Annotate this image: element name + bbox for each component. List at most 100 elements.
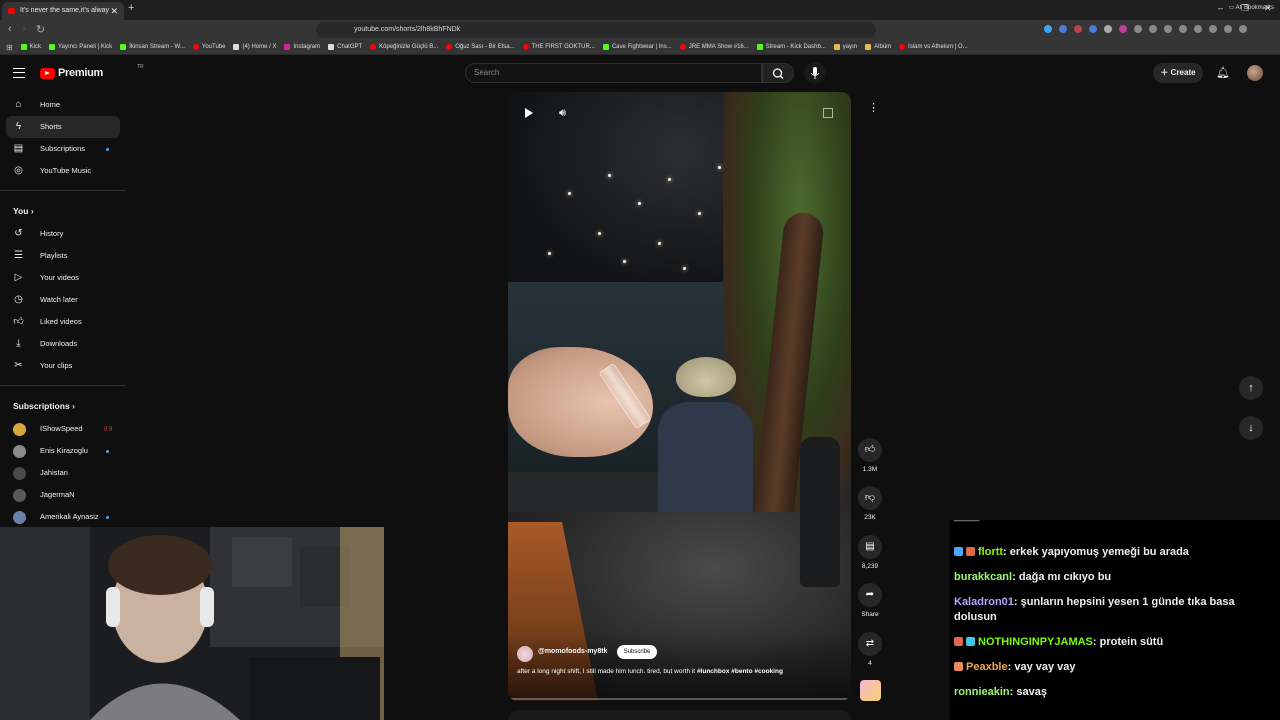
bookmark-item[interactable]: Cave Fightwear | Ins... (602, 44, 672, 50)
extension-icon[interactable] (1134, 25, 1142, 33)
bookmark-item[interactable]: Kick (20, 44, 41, 50)
remix-icon: ⇄ (858, 632, 882, 656)
music-toolbar-icon[interactable] (1194, 25, 1202, 33)
menu-toolbar-icon[interactable] (1239, 25, 1247, 33)
channel-name[interactable]: @momofoods-my8tk (538, 648, 607, 655)
extension-icon[interactable] (1074, 25, 1082, 33)
ceiling-light (623, 260, 626, 263)
dislike-button[interactable]: 👎︎ 23K (858, 486, 882, 521)
bookmark-label: Stream - Kick Dashb... (765, 44, 826, 50)
share-button[interactable]: ➦ Share (858, 583, 882, 618)
bookmark-item[interactable]: İslam vs Atheism | O... (899, 44, 968, 50)
extension-icon[interactable] (1044, 25, 1052, 33)
short-video-player[interactable]: 🔊︎ @momofoods-my8tk Subscribe after a lo… (508, 92, 851, 701)
profile-toolbar-icon[interactable] (1224, 25, 1232, 33)
extension-icon[interactable] (1104, 25, 1112, 33)
search-button[interactable] (762, 63, 794, 83)
sidebar-item-watch-later[interactable]: ◷ Watch later (0, 289, 128, 311)
sidebar-section-you[interactable]: You › (0, 199, 128, 223)
subscription-jagerman[interactable]: JagermaN (0, 484, 128, 506)
chat-username: burakkcanl (954, 571, 1013, 583)
bookmark-item[interactable]: Stream - Kick Dashb... (756, 44, 826, 50)
bookmark-item[interactable]: ChatGPT (328, 44, 362, 50)
create-button[interactable]: ＋ Create (1153, 63, 1203, 83)
bookmark-item[interactable]: Yayıncı Paneli | Kick (49, 44, 112, 50)
account-avatar[interactable] (1247, 65, 1263, 81)
chat-badge-icon (954, 547, 963, 556)
video-progress-bar[interactable] (508, 698, 851, 700)
volume-icon[interactable]: 🔊︎ (559, 107, 566, 120)
sidebar-item-your-videos[interactable]: ▷ Your videos (0, 267, 128, 289)
sidebar-item-history[interactable]: ↺ History (0, 223, 128, 245)
sidebar-item-subscriptions[interactable]: ▤ Subscriptions (0, 138, 128, 160)
browser-tab[interactable]: It's never the same,it's alway ✕ (2, 2, 124, 20)
previous-short-button[interactable]: ↑ (1239, 376, 1263, 400)
close-tab-icon[interactable]: ✕ (110, 2, 118, 20)
bookmarks-bar: ⊞ Kick Yayıncı Paneli | Kick İkinsan Strea… (0, 40, 1280, 55)
sidebar-item-playlists[interactable]: ☰ Playlists (0, 245, 128, 267)
extension-icon[interactable] (1089, 25, 1097, 33)
sidebar-item-downloads[interactable]: ⤓ Downloads (0, 333, 128, 355)
channel-avatar (13, 423, 26, 436)
comments-button[interactable]: ▤ 8,239 (858, 535, 882, 570)
bookmark-item[interactable]: yayın (833, 44, 858, 50)
sidebar-item-label: Playlists (40, 251, 68, 260)
tab-title: It's never the same,it's alway (20, 7, 110, 14)
bookmark-item[interactable]: Albüm (865, 44, 891, 50)
forward-icon[interactable]: › (22, 23, 26, 35)
bookmark-item[interactable]: YouTube (192, 44, 225, 50)
more-options-icon[interactable]: ⋮ (868, 103, 879, 114)
subscription-ishowspeed[interactable]: IShowSpeed ((·)) (0, 418, 128, 440)
bookmark-item[interactable]: THE FIRST GOKTUR... (522, 44, 595, 50)
menu-icon[interactable] (13, 68, 25, 78)
sidebar-item-youtube-music[interactable]: ◎ YouTube Music (0, 160, 128, 182)
sidebar-section-subscriptions[interactable]: Subscriptions › (0, 394, 128, 418)
chat-text: vay vay vay (1014, 661, 1076, 673)
subscription-jahistan[interactable]: Jahistan (0, 462, 128, 484)
ceiling-light (608, 174, 611, 177)
new-tab-icon[interactable]: + (128, 2, 134, 14)
subscription-amerikali-aynasiz[interactable]: Amerikali Aynasiz (0, 506, 128, 528)
sidebar-item-liked-videos[interactable]: 👍︎ Liked videos (0, 311, 128, 333)
bookmark-item[interactable]: JRE MMA Show #16... (679, 44, 749, 50)
like-button[interactable]: 👍︎ 1.3M (858, 438, 882, 473)
voice-search-button[interactable] (804, 62, 826, 84)
hashtag[interactable]: #cooking (754, 668, 783, 675)
bookmark-item[interactable]: Köpeğinizle Güçlü B... (370, 44, 438, 50)
hashtag[interactable]: #bento (731, 668, 752, 675)
fullscreen-icon[interactable] (823, 108, 833, 118)
address-bar[interactable]: youtube.com/shorts/2lh8kBhFNDk (316, 22, 876, 38)
play-icon[interactable] (525, 108, 533, 118)
reload-icon[interactable]: ↻ (36, 23, 45, 36)
subscription-enis-kirazoglu[interactable]: Enis Kirazoglu (0, 440, 128, 462)
extension-icon[interactable] (1119, 25, 1127, 33)
hashtag[interactable]: #lunchbox (697, 668, 730, 675)
bookmark-item[interactable]: Oğuz Sası - Bir Efsa... (446, 44, 515, 50)
apps-icon[interactable]: ⊞ (6, 43, 13, 52)
sound-thumbnail[interactable] (860, 680, 881, 701)
all-bookmarks[interactable]: ▭ All Bookmarks (1229, 4, 1274, 11)
next-short-button[interactable]: ↓ (1239, 416, 1263, 440)
back-icon[interactable]: ‹ (8, 23, 12, 35)
bookmark-item[interactable]: Instagram (284, 44, 320, 50)
sidebar-item-your-clips[interactable]: ✂ Your clips (0, 355, 128, 377)
remix-button[interactable]: ⇄ 4 (858, 632, 882, 667)
sidebar-item-shorts[interactable]: ϟ Shorts (6, 116, 120, 138)
thumbs-up-icon: 👍︎ (858, 438, 882, 462)
bookmark-label: yayın (842, 44, 858, 50)
extension-icon[interactable] (1164, 25, 1172, 33)
notifications-bell-icon[interactable]: 🔔︎ (1216, 66, 1230, 79)
bookmark-item[interactable]: İkinsan Stream - W... (120, 44, 185, 50)
sidebar-toolbar-icon[interactable] (1209, 25, 1217, 33)
extension-icon[interactable] (1149, 25, 1157, 33)
bookmark-item[interactable]: (4) Home / X (233, 44, 276, 50)
extension-icon[interactable] (1059, 25, 1067, 33)
youtube-logo[interactable]: Premium TR (40, 64, 144, 79)
minimize-icon[interactable]: – (1218, 3, 1223, 13)
sidebar-item-home[interactable]: ⌂ Home (0, 94, 128, 116)
subscribe-button[interactable]: Subscribe (617, 645, 657, 659)
channel-avatar[interactable] (517, 646, 533, 662)
search-input[interactable]: Search (465, 63, 762, 83)
chat-badge-icon (966, 637, 975, 646)
download-toolbar-icon[interactable] (1179, 25, 1187, 33)
